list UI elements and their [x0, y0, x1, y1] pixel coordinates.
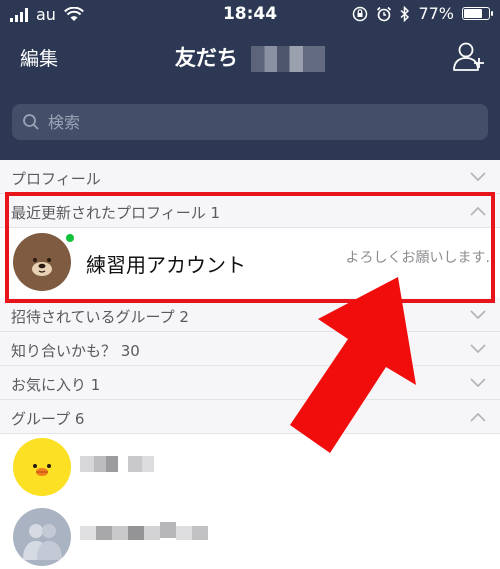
section-recent-profiles[interactable]: 最近更新されたプロフィール 1 [0, 194, 500, 228]
section-label: グループ 6 [11, 410, 85, 428]
section-profile[interactable]: プロフィール [0, 160, 500, 194]
section-label: プロフィール [11, 170, 101, 188]
battery-percent: 77% [418, 4, 454, 23]
online-indicator [66, 234, 74, 242]
nav-bar: 編集 友だち [0, 30, 500, 85]
page-title: 友だち [0, 42, 500, 72]
add-friend-icon[interactable] [452, 40, 486, 74]
chevron-down-icon [470, 172, 486, 182]
avatar-default-group [13, 508, 71, 566]
section-label: 最近更新されたプロフィール 1 [11, 204, 221, 222]
blurred-group-name [80, 522, 208, 540]
chevron-up-icon [470, 412, 486, 422]
avatar-sally-chick [13, 438, 71, 496]
search-bar[interactable] [12, 104, 488, 140]
section-label: お気に入り 1 [11, 376, 101, 394]
avatar-brown-bear [13, 233, 71, 291]
alarm-icon [377, 6, 392, 21]
chevron-down-icon [470, 378, 486, 388]
section-label: 知り合いかも？ 30 [11, 342, 140, 360]
chick-face-icon [33, 464, 51, 476]
rotation-lock-icon [353, 6, 368, 21]
page-title-text: 友だち [174, 46, 238, 70]
chevron-down-icon [470, 310, 486, 320]
status-message: よろしくお願いします. [345, 250, 490, 266]
section-label: 招待されているグループ 2 [11, 308, 189, 326]
header: au 18:44 77% 編集 友だち 検索 [0, 0, 500, 160]
chevron-down-icon [470, 344, 486, 354]
bluetooth-icon [400, 5, 410, 22]
search-input[interactable] [48, 112, 448, 132]
group-row[interactable] [0, 502, 500, 569]
search-icon [23, 114, 39, 130]
group-people-icon [23, 524, 62, 560]
bear-face-icon [32, 258, 52, 276]
battery-icon [462, 7, 493, 20]
friend-name: 練習用アカウント [86, 253, 246, 277]
blurred-group-name [80, 456, 154, 472]
red-arrow-annotation [290, 277, 416, 453]
chevron-up-icon [470, 206, 486, 216]
status-bar: au 18:44 77% [0, 0, 500, 30]
blurred-username [251, 46, 326, 72]
